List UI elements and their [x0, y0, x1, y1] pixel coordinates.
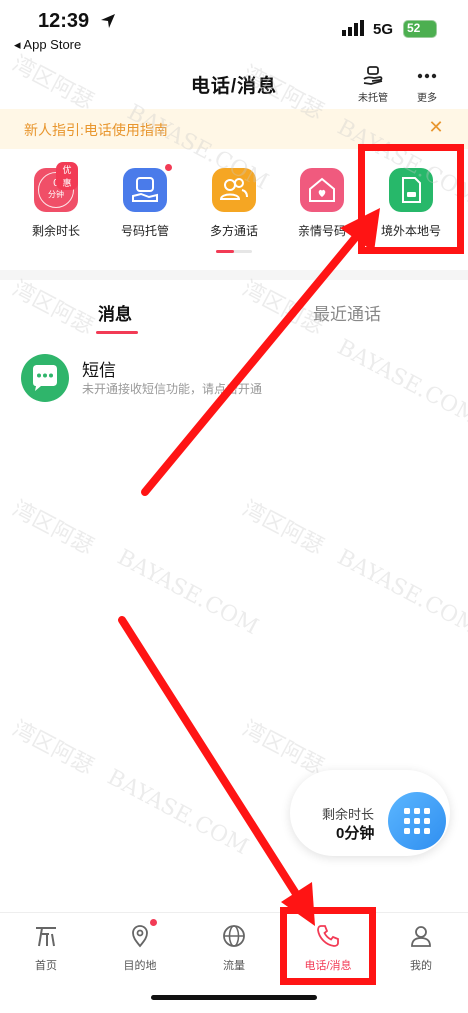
annotation-arrow-up [141, 228, 364, 496]
annotation-arrowhead-down [281, 882, 315, 926]
annotation-arrow-down [118, 616, 304, 904]
annotation-arrows [118, 208, 380, 926]
